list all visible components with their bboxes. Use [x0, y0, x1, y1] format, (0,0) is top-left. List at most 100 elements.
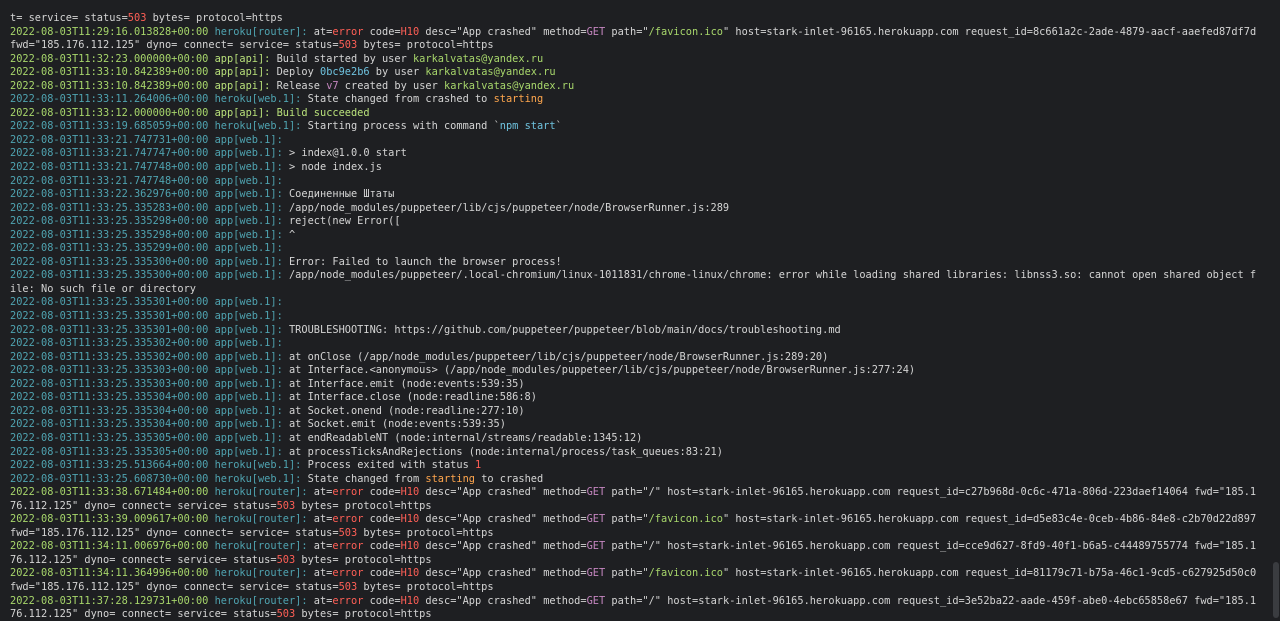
log-segment: bytes= protocol=https — [295, 553, 432, 566]
log-segment: Starting process with command ` — [307, 120, 500, 133]
log-segment: heroku[router]: — [208, 594, 314, 607]
log-segment: 2022-08-03T11:33:25.335304+00:00 — [10, 391, 209, 404]
log-segment: 503 — [338, 39, 358, 52]
log-segment: 2022-08-03T11:33:22.362976+00:00 — [10, 188, 209, 201]
log-segment: desc="App crashed" method= — [419, 486, 587, 499]
log-output[interactable]: t= service= status=503 bytes= protocol=h… — [0, 0, 1268, 621]
log-segment: app[web.1]: — [208, 147, 289, 160]
log-segment: at Interface.emit (node:events:539:35) — [288, 377, 525, 390]
log-segment: error — [332, 513, 364, 526]
log-segment: 503 — [276, 608, 296, 621]
log-segment: heroku[router]: — [208, 25, 314, 38]
log-segment: starting — [493, 93, 544, 106]
log-segment: app[web.1]: — [208, 350, 289, 363]
log-segment: /favicon.ico — [648, 513, 724, 526]
log-line: 2022-08-03T11:33:25.335299+00:00 app[web… — [10, 242, 1258, 256]
log-segment: Release — [276, 79, 327, 92]
log-segment: 2022-08-03T11:33:10.842389+00:00 — [10, 66, 209, 79]
log-segment: desc="App crashed" method= — [419, 540, 587, 553]
log-segment: 2022-08-03T11:33:25.608730+00:00 — [10, 472, 209, 485]
log-segment: starting — [425, 472, 475, 485]
log-segment: heroku[router]: — [208, 486, 314, 499]
log-segment: app[web.1]: — [208, 391, 289, 404]
log-segment: /favicon.ico — [648, 567, 724, 580]
log-segment: 2022-08-03T11:33:25.335305+00:00 — [10, 431, 209, 444]
log-segment: at= — [313, 25, 333, 38]
log-segment: app[web.1]: — [208, 269, 289, 282]
log-segment: bytes= protocol=https — [146, 12, 283, 24]
log-segment: to crashed — [475, 472, 544, 485]
log-segment: desc="App crashed" method= — [419, 567, 587, 580]
log-line: 2022-08-03T11:33:25.335300+00:00 app[web… — [10, 256, 1258, 270]
log-segment: heroku[router]: — [208, 540, 314, 553]
log-line: 2022-08-03T11:33:10.842389+00:00 app[api… — [10, 80, 1258, 94]
log-segment: heroku[router]: — [208, 567, 314, 580]
log-segment: at Socket.emit (node:events:539:35) — [288, 418, 506, 431]
scrollbar-thumb[interactable] — [1273, 562, 1279, 618]
log-segment: error — [332, 486, 364, 499]
log-line: 2022-08-03T11:33:25.335300+00:00 app[web… — [10, 269, 1258, 296]
log-segment: karkalvatas@yandex.ru — [444, 79, 575, 92]
log-segment: code= — [363, 567, 401, 580]
log-segment: /favicon.ico — [648, 25, 724, 38]
log-segment: Deploy — [276, 66, 320, 79]
log-segment: at= — [313, 540, 333, 553]
log-segment: H10 — [400, 540, 420, 553]
log-segment: 2022-08-03T11:33:19.685059+00:00 — [10, 120, 209, 133]
log-segment: error — [332, 594, 364, 607]
log-segment: GET — [586, 513, 606, 526]
log-segment: at= — [313, 486, 333, 499]
log-segment: 2022-08-03T11:33:25.335303+00:00 — [10, 377, 209, 390]
log-segment: State changed from — [307, 472, 426, 485]
log-segment: GET — [586, 594, 606, 607]
log-segment: 0bc9e2b6 — [320, 66, 370, 79]
log-segment: 2022-08-03T11:33:21.747731+00:00 — [10, 133, 209, 146]
log-segment: 2022-08-03T11:33:25.335304+00:00 — [10, 418, 209, 431]
log-segment: at= — [313, 594, 333, 607]
log-line: 2022-08-03T11:33:11.264006+00:00 heroku[… — [10, 93, 1258, 107]
log-line: 2022-08-03T11:32:23.000000+00:00 app[api… — [10, 53, 1258, 67]
log-segment: 2022-08-03T11:29:16.013828+00:00 — [10, 25, 209, 38]
log-line: 2022-08-03T11:33:21.747747+00:00 app[web… — [10, 147, 1258, 161]
log-segment: app[web.1]: — [208, 255, 289, 268]
log-line: 2022-08-03T11:33:21.747748+00:00 app[web… — [10, 161, 1258, 175]
log-segment: Build succeeded — [276, 106, 370, 119]
log-segment: 2022-08-03T11:33:12.000000+00:00 — [10, 106, 209, 119]
log-segment: GET — [586, 567, 606, 580]
log-segment: app[web.1]: — [208, 161, 289, 174]
log-segment: 503 — [127, 12, 147, 24]
log-segment: v7 — [326, 79, 339, 92]
log-segment: at processTicksAndRejections (node:inter… — [288, 445, 723, 458]
log-segment: app[web.1]: — [208, 133, 283, 146]
log-line: 2022-08-03T11:34:11.006976+00:00 heroku[… — [10, 540, 1258, 567]
log-segment: > node index.js — [288, 161, 382, 174]
log-segment: bytes= protocol=https — [295, 499, 432, 512]
log-line: 2022-08-03T11:34:11.364996+00:00 heroku[… — [10, 567, 1258, 594]
vertical-scrollbar[interactable] — [1272, 0, 1280, 621]
log-segment: Соединенные Штаты — [288, 188, 395, 201]
log-segment: karkalvatas@yandex.ru — [425, 66, 556, 79]
log-line: 2022-08-03T11:33:38.671484+00:00 heroku[… — [10, 486, 1258, 513]
log-line: 2022-08-03T11:33:25.335303+00:00 app[web… — [10, 378, 1258, 392]
log-segment: 2022-08-03T11:33:25.335302+00:00 — [10, 337, 209, 350]
log-segment: at Socket.onend (node:readline:277:10) — [288, 404, 525, 417]
log-segment: /app/node_modules/puppeteer/lib/cjs/pupp… — [288, 201, 730, 214]
log-line: 2022-08-03T11:33:10.842389+00:00 app[api… — [10, 66, 1258, 80]
log-line: 2022-08-03T11:33:25.335305+00:00 app[web… — [10, 432, 1258, 446]
log-segment: 2022-08-03T11:33:25.335298+00:00 — [10, 215, 209, 228]
log-segment: 2022-08-03T11:33:11.264006+00:00 — [10, 93, 209, 106]
log-segment: app[web.1]: — [208, 242, 283, 255]
log-line: 2022-08-03T11:33:25.513664+00:00 heroku[… — [10, 459, 1258, 473]
log-line: 2022-08-03T11:33:25.335304+00:00 app[web… — [10, 405, 1258, 419]
log-segment: TROUBLESHOOTING: https://github.com/pupp… — [288, 323, 841, 336]
log-segment: karkalvatas@yandex.ru — [412, 52, 544, 65]
log-segment: 2022-08-03T11:33:25.335300+00:00 — [10, 269, 209, 282]
log-segment: code= — [363, 540, 401, 553]
log-segment: app[web.1]: — [208, 215, 289, 228]
log-segment: Process exited with status — [307, 459, 475, 472]
log-line: 2022-08-03T11:33:25.608730+00:00 heroku[… — [10, 473, 1258, 487]
log-segment: H10 — [400, 513, 420, 526]
log-segment: 2022-08-03T11:33:25.335283+00:00 — [10, 201, 209, 214]
log-segment: 503 — [338, 526, 358, 539]
log-line: 2022-08-03T11:33:25.335298+00:00 app[web… — [10, 215, 1258, 229]
